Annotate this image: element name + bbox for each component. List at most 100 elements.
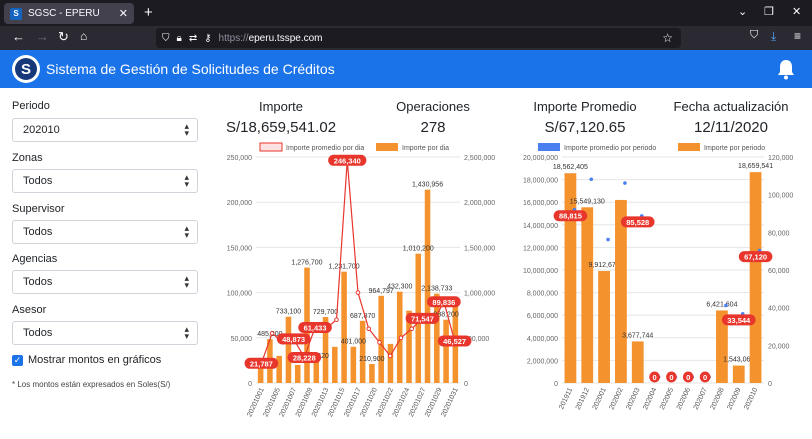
agencias-label: Agencias [12,253,58,265]
lock-icon[interactable]: 🔒︎ [177,33,182,44]
select-caret-icon: ▴ ▾ [184,273,189,290]
y-tick-label: 50,000 [231,336,253,343]
periodo-value: 202010 [23,124,60,136]
app-logo[interactable]: S [12,55,40,83]
avg-point [334,317,339,323]
x-tick-label: 202006 [676,387,692,411]
kpi-importe-promedio-title: Importe Promedio [533,99,637,114]
legend-swatch-bar [678,143,700,151]
x-tick-label: 202005 [659,387,675,411]
notification-bell-icon[interactable] [776,58,796,80]
tab-close-icon[interactable]: ✕ [119,7,128,20]
y-tick-label: 16,000,000 [523,200,558,207]
show-amounts-row[interactable]: ✓ Mostrar montos en gráficos [12,354,161,366]
legend-label: Importe promedio por dia [286,145,364,152]
avg-value-badge: 61,433 [304,323,327,332]
chevron-down-icon[interactable]: ⌄ [738,5,747,18]
avg-value-badge: 0 [652,373,656,382]
y-tick-label: 20,000,000 [523,155,558,162]
back-arrow-icon[interactable]: ← [12,29,25,44]
y2-tick-label: 2,500,000 [464,155,495,162]
url-bar[interactable]: ⛉ 🔒︎ ⇄ ⚷ https:// eperu.tsspe.com ☆ [156,28,681,48]
zonas-select[interactable]: Todos ▴ ▾ [12,169,198,193]
bar [350,346,357,383]
x-tick-label: 202008 [710,387,726,411]
supervisor-value: Todos [23,226,53,238]
browser-tab[interactable]: S SGSC - EPERU ✕ [4,3,134,24]
menu-icon[interactable]: ≡ [794,29,801,43]
y-tick-label: 0 [248,381,252,388]
bar-value-label: 687,870 [350,313,375,320]
legend-swatch-point [538,143,560,151]
periodo-label: Periodo [12,100,50,112]
logo-letter: S [15,58,37,80]
legend-label: Importe promedio por periodo [564,145,656,152]
bar [615,199,627,383]
close-window-icon[interactable]: ✕ [792,5,801,18]
browser-tabbar: S SGSC - EPERU ✕ + ⌄ ❐ ✕ [0,0,812,26]
y2-tick-label: 1,000,000 [464,291,495,298]
y-tick-label: 12,000,000 [523,245,558,252]
kpi-operaciones-value: 278 [420,119,446,136]
legend-label: Importe por dia [402,145,449,152]
y2-tick-label: 40,000 [768,306,790,313]
y-tick-label: 14,000,000 [523,223,558,230]
tab-title: SGSC - EPERU [28,8,100,19]
avg-value-badge: 71,547 [411,314,434,323]
show-amounts-checkbox[interactable]: ✓ [12,354,23,366]
bar [369,363,375,383]
avg-value-badge: 33,544 [727,316,751,325]
supervisor-select[interactable]: Todos ▴ ▾ [12,220,198,244]
show-amounts-label: Mostrar montos en gráficos [28,354,162,366]
select-caret-icon: ▴ ▾ [184,121,189,138]
supervisor-label: Supervisor [12,203,65,215]
bar-value-label: 432,300 [387,284,412,291]
zonas-label: Zonas [12,152,43,164]
avg-point [387,353,393,359]
avg-point [724,303,728,308]
bar [359,320,366,383]
key-icon[interactable]: ⚷ [204,33,211,44]
avg-point [355,290,361,295]
bar-value-label: 18,659,541 [738,163,773,170]
y2-tick-label: 2,000,000 [464,200,495,207]
y-tick-label: 250,000 [227,155,252,162]
kpi-fecha-value: 12/11/2020 [694,119,768,136]
bookmark-star-icon[interactable]: ☆ [662,31,673,45]
avg-value-badge: 28,228 [293,353,316,362]
kpi-fecha-title: Fecha actualización [673,99,789,114]
permissions-icon[interactable]: ⇄ [189,33,197,44]
pocket-icon[interactable]: ⛉ [750,29,758,42]
x-tick-label: 202009 [726,387,742,411]
asesor-select[interactable]: Todos ▴ ▾ [12,321,198,345]
bar [257,367,264,383]
home-icon[interactable]: ⌂ [80,29,87,43]
bar [598,270,610,383]
y2-tick-label: 80,000 [768,230,790,237]
bar [387,343,394,383]
y-tick-label: 8,000,000 [527,291,558,298]
restore-window-icon[interactable]: ❐ [764,5,774,18]
currency-footnote: * Los montos están expresados en Soles(S… [12,380,171,389]
bar-value-label: 15,549,130 [570,198,605,205]
bar-value-label: 1,231,700 [329,264,360,271]
shield-icon[interactable]: ⛉ [162,33,170,44]
forward-arrow-icon[interactable]: → [36,29,49,44]
bar [285,316,292,383]
kpi-operaciones-title: Operaciones [396,99,470,114]
bar [313,360,320,383]
x-tick-label: 202010 [743,387,759,411]
legend-swatch-bar [376,143,398,151]
url-protocol: https:// [218,32,249,44]
periodo-select[interactable]: 202010 ▴ ▾ [12,118,198,142]
agencias-select[interactable]: Todos ▴ ▾ [12,270,198,294]
new-tab-icon[interactable]: + [144,4,153,21]
select-caret-icon: ▴ ▾ [184,172,189,189]
reload-icon[interactable]: ↻ [58,29,69,45]
y2-tick-label: 100,000 [768,193,793,200]
asesor-label: Asesor [12,304,47,316]
bar [294,364,301,383]
download-icon[interactable]: ⤓ [771,29,776,44]
avg-point [366,326,372,332]
x-tick-label: 202003 [625,387,641,411]
